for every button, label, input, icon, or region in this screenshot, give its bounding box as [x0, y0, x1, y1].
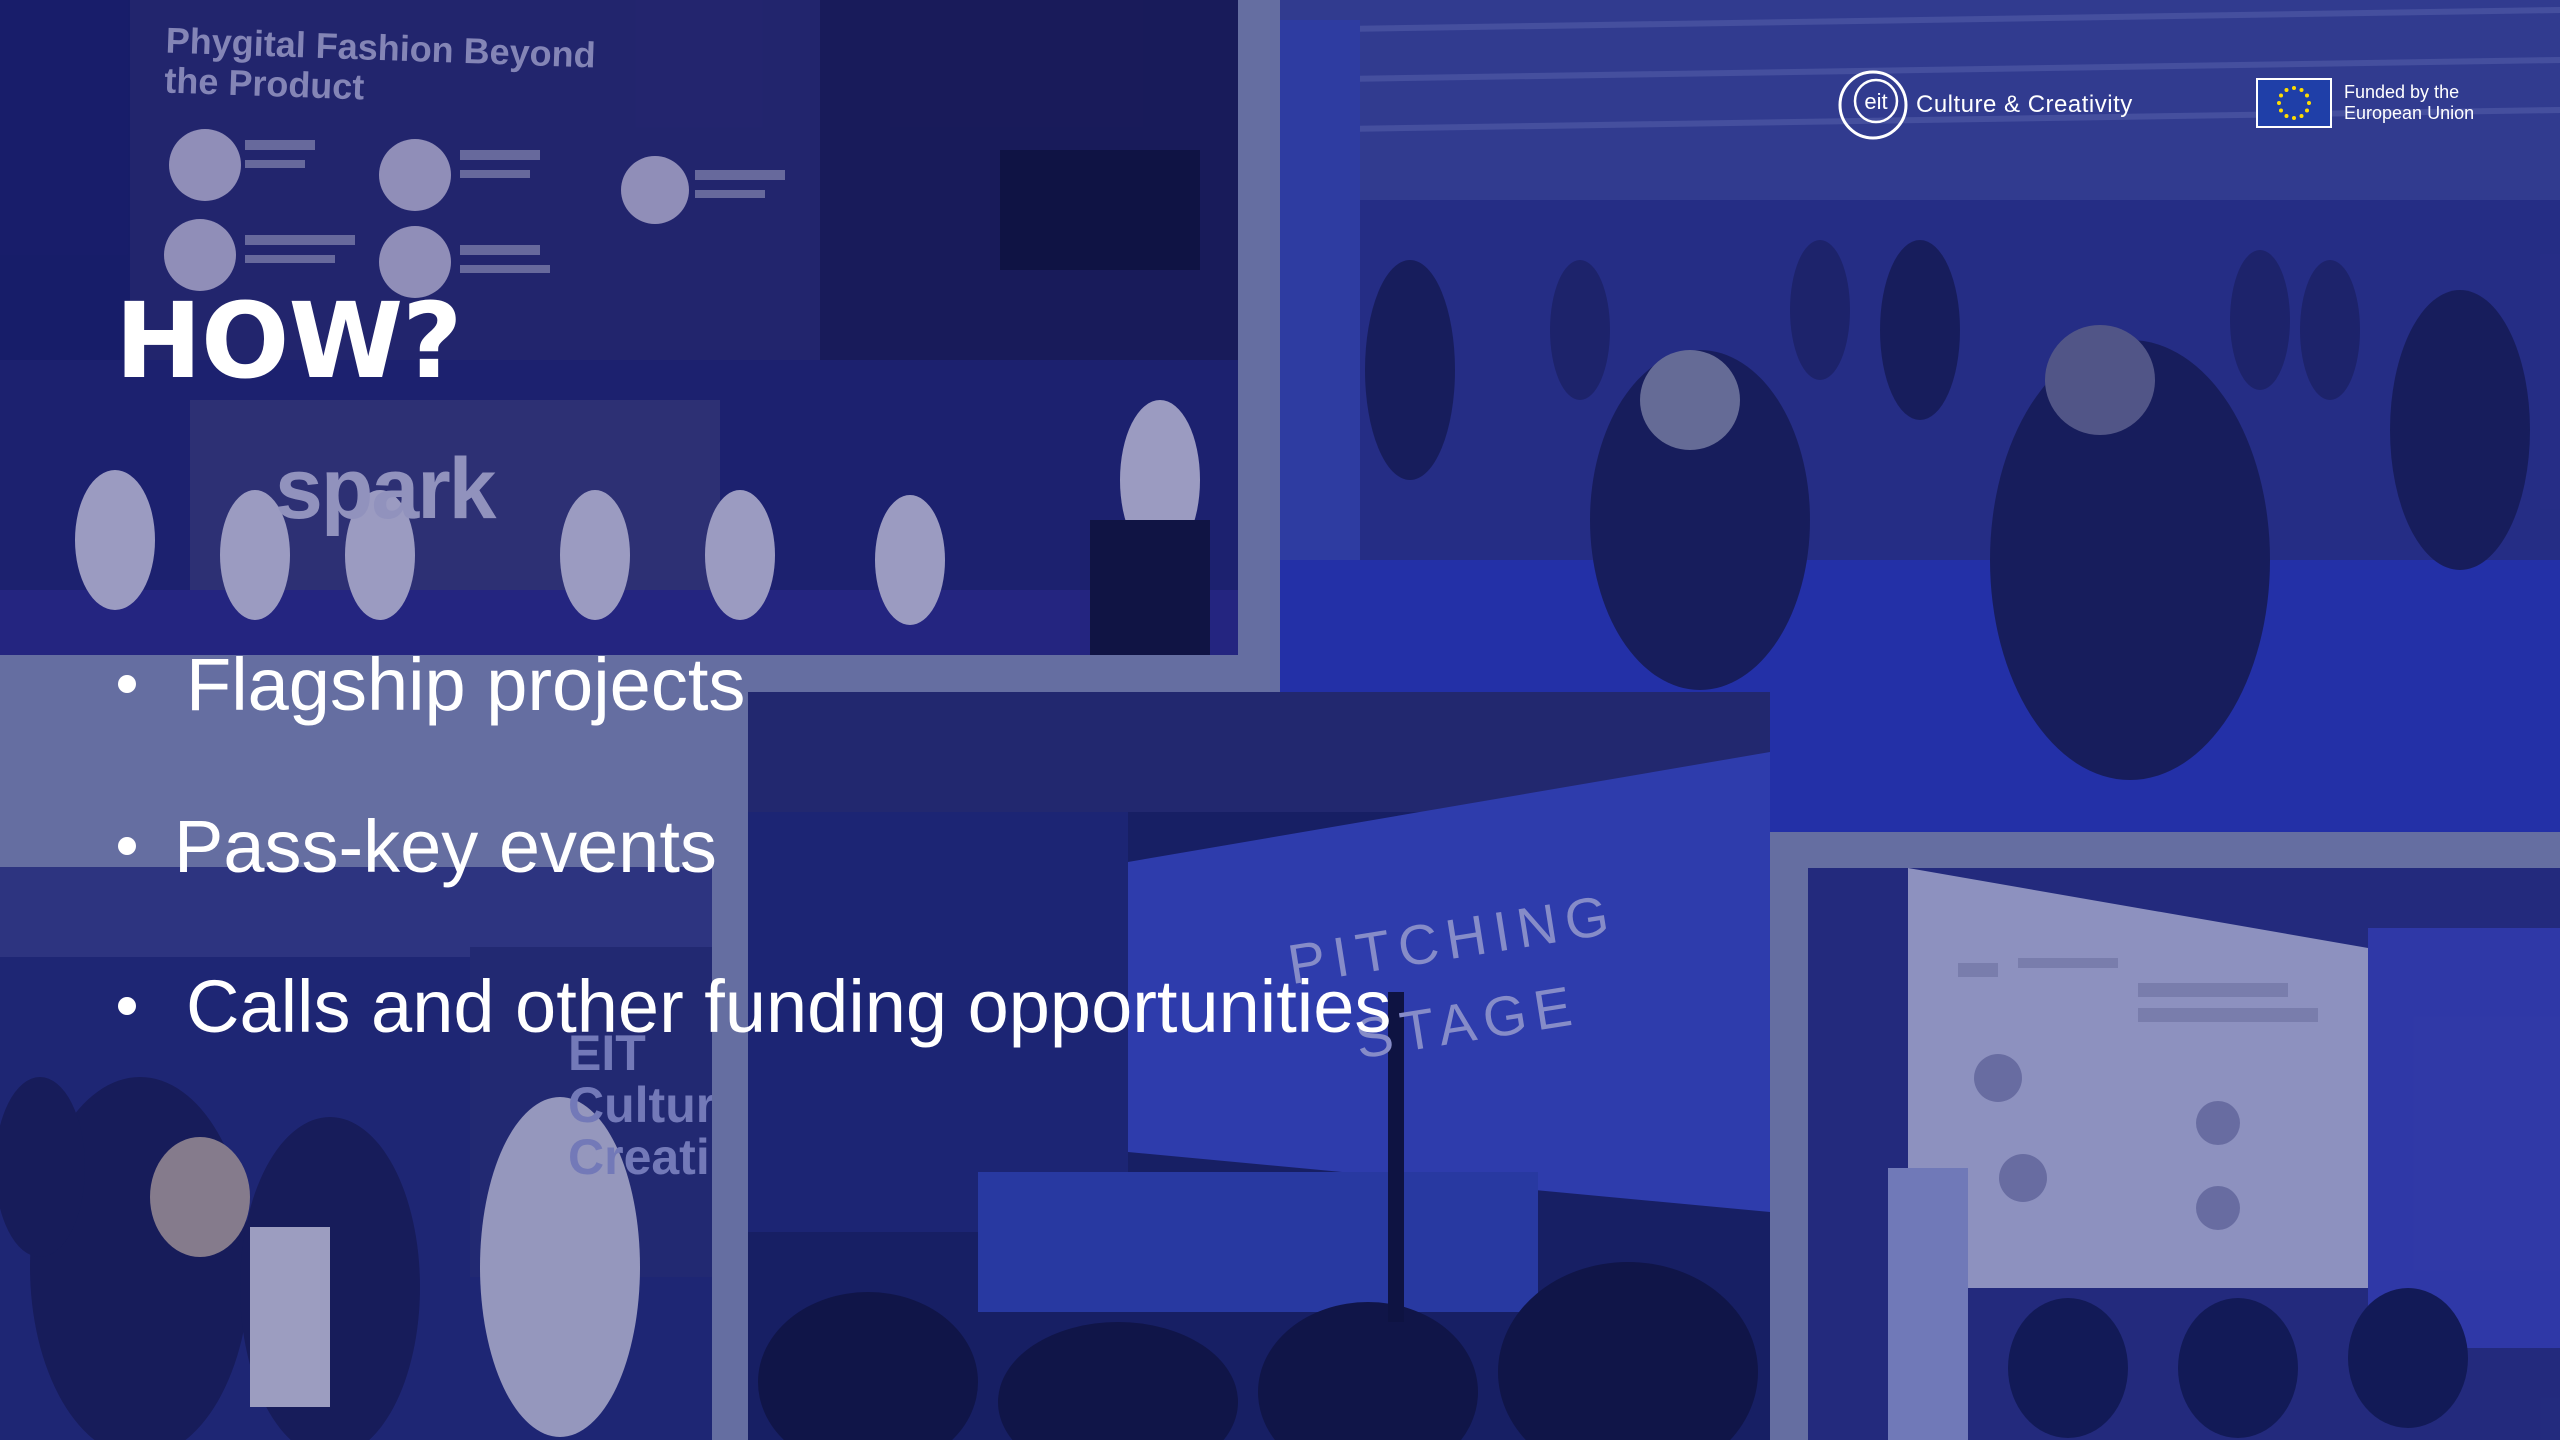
eit-logo: eit Culture & Creativity [1836, 68, 2133, 142]
eu-flag-icon [2256, 78, 2332, 128]
bullet-dot [118, 675, 136, 694]
eit-logo-text: Culture & Creativity [1916, 91, 2133, 118]
slide-title: HOW? [115, 280, 462, 402]
eit-mark: eit [1864, 89, 1887, 114]
stage-sign: spark [275, 441, 496, 537]
eu-funding-text: Funded by the European Union [2344, 82, 2475, 123]
bullet-flagship-projects: Flagship projects [118, 648, 745, 722]
photo-networking: EIT Cultur Creati [0, 867, 712, 1440]
eit-banner: EIT Cultur Creati [568, 1025, 712, 1185]
bullet-dot [118, 837, 136, 856]
sign-title: Phygital Fashion Beyond the Product [163, 19, 597, 108]
eu-funding-logo: Funded by the European Union [2256, 78, 2474, 128]
bullet-pass-key-events: Pass-key events [118, 810, 717, 884]
eit-logo-icon: eit [1838, 70, 1908, 140]
photo-pitching-stage: PITCHING STAGE [748, 692, 1770, 1440]
bullet-dot [118, 997, 136, 1016]
slide: Phygital Fashion Beyond the Product spar… [0, 0, 2560, 1440]
photo-conference-session [1808, 868, 2560, 1440]
bullet-funding-opportunities: Calls and other funding opportunities [118, 970, 1391, 1044]
